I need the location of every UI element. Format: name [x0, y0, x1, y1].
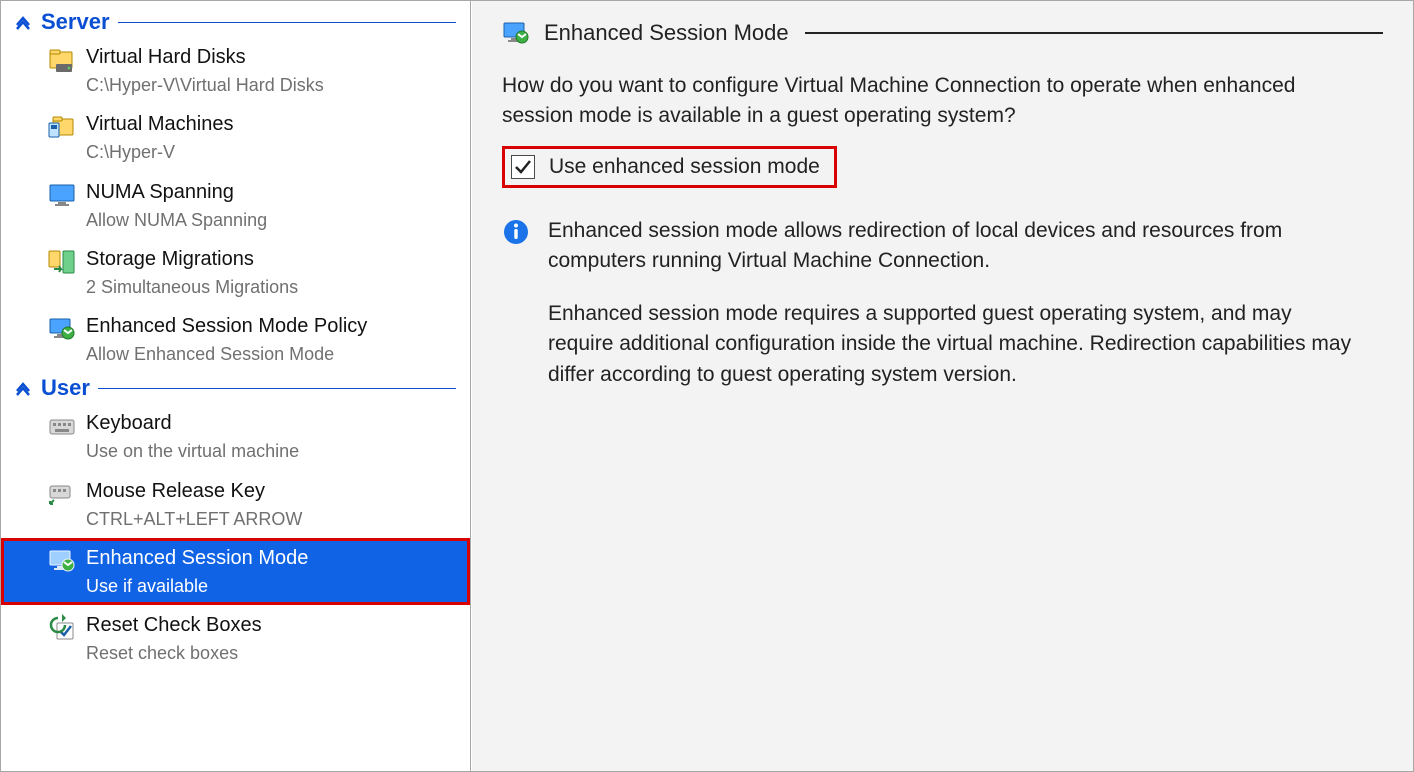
info-text: Enhanced session mode allows redirection…	[548, 216, 1352, 412]
content-question: How do you want to configure Virtual Mac…	[502, 71, 1352, 132]
nav-enhanced-session-mode[interactable]: Enhanced Session Mode Use if available	[1, 538, 470, 605]
folder-vm-icon	[48, 113, 76, 141]
nav-item-subtitle: C:\Hyper-V	[86, 138, 233, 164]
nav-numa-spanning[interactable]: NUMA Spanning Allow NUMA Spanning	[1, 172, 470, 239]
info-paragraph-1: Enhanced session mode allows redirection…	[548, 216, 1352, 277]
nav-item-subtitle: Allow Enhanced Session Mode	[86, 340, 367, 366]
section-divider	[98, 388, 456, 389]
sidebar: Server Virtual Hard Disks C:\Hyper-V\Vir…	[1, 1, 471, 771]
nav-item-subtitle: Allow NUMA Spanning	[86, 206, 267, 232]
nav-item-subtitle: 2 Simultaneous Migrations	[86, 273, 298, 299]
section-header-user[interactable]: User	[1, 373, 470, 403]
nav-item-subtitle: Use if available	[86, 572, 308, 598]
nav-storage-migrations[interactable]: Storage Migrations 2 Simultaneous Migrat…	[1, 239, 470, 306]
section-title: Server	[41, 9, 110, 35]
monitor-icon	[48, 181, 76, 209]
nav-item-title: Virtual Machines	[86, 111, 233, 138]
nav-mouse-release[interactable]: Mouse Release Key CTRL+ALT+LEFT ARROW	[1, 471, 470, 538]
content-title: Enhanced Session Mode	[544, 20, 789, 46]
nav-item-subtitle: Use on the virtual machine	[86, 437, 299, 463]
nav-item-title: Storage Migrations	[86, 246, 298, 273]
reset-checkbox-icon	[48, 614, 76, 642]
content-divider	[805, 32, 1383, 34]
nav-esm-policy[interactable]: Enhanced Session Mode Policy Allow Enhan…	[1, 306, 470, 373]
chevron-up-icon	[15, 14, 31, 30]
enhanced-session-icon	[48, 547, 76, 575]
nav-virtual-machines[interactable]: Virtual Machines C:\Hyper-V	[1, 104, 470, 171]
checkbox-icon	[511, 155, 535, 179]
enhanced-session-icon	[502, 19, 530, 47]
storage-migration-icon	[48, 248, 76, 276]
nav-item-title: Enhanced Session Mode	[86, 545, 308, 572]
section-header-server[interactable]: Server	[1, 7, 470, 37]
use-enhanced-session-checkbox[interactable]: Use enhanced session mode	[502, 146, 837, 188]
section-divider	[118, 22, 456, 23]
settings-window: Server Virtual Hard Disks C:\Hyper-V\Vir…	[0, 0, 1414, 772]
nav-item-title: Mouse Release Key	[86, 478, 302, 505]
section-title: User	[41, 375, 90, 401]
nav-virtual-hard-disks[interactable]: Virtual Hard Disks C:\Hyper-V\Virtual Ha…	[1, 37, 470, 104]
nav-item-subtitle: C:\Hyper-V\Virtual Hard Disks	[86, 71, 324, 97]
nav-reset-checkboxes[interactable]: Reset Check Boxes Reset check boxes	[1, 605, 470, 672]
info-paragraph-2: Enhanced session mode requires a support…	[548, 299, 1352, 390]
info-block: Enhanced session mode allows redirection…	[502, 216, 1352, 412]
checkbox-label: Use enhanced session mode	[549, 155, 820, 179]
content-pane: Enhanced Session Mode How do you want to…	[471, 1, 1413, 771]
nav-item-title: Enhanced Session Mode Policy	[86, 313, 367, 340]
nav-item-subtitle: CTRL+ALT+LEFT ARROW	[86, 505, 302, 531]
nav-item-title: Virtual Hard Disks	[86, 44, 324, 71]
content-header: Enhanced Session Mode	[502, 19, 1383, 47]
nav-item-subtitle: Reset check boxes	[86, 639, 262, 665]
nav-item-title: Keyboard	[86, 410, 299, 437]
nav-item-title: NUMA Spanning	[86, 179, 267, 206]
keyboard-mouse-icon	[48, 480, 76, 508]
keyboard-icon	[48, 412, 76, 440]
chevron-up-icon	[15, 380, 31, 396]
info-icon	[502, 218, 530, 246]
nav-keyboard[interactable]: Keyboard Use on the virtual machine	[1, 403, 470, 470]
folder-disk-icon	[48, 46, 76, 74]
enhanced-session-policy-icon	[48, 315, 76, 343]
nav-item-title: Reset Check Boxes	[86, 612, 262, 639]
